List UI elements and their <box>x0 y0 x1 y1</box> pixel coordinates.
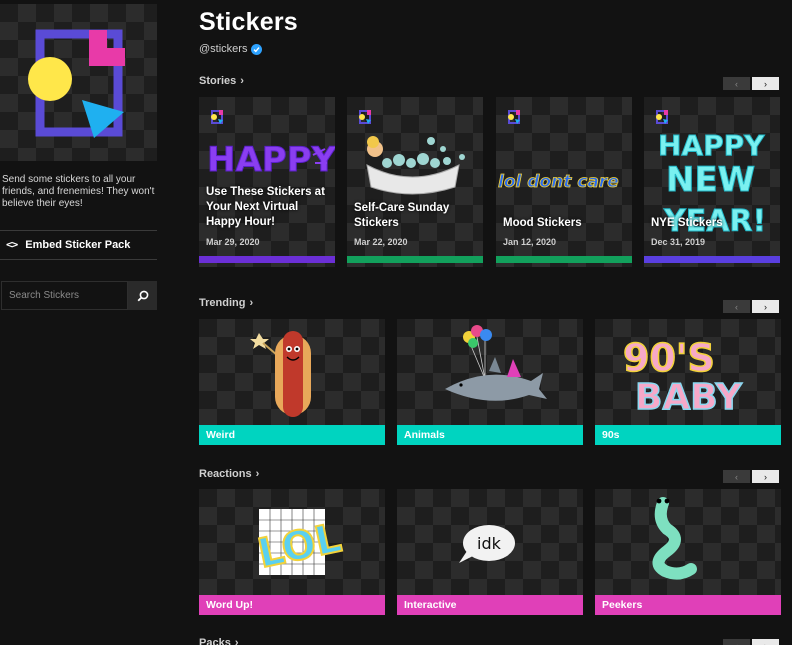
next-button[interactable]: › <box>752 77 779 90</box>
worm-sticker <box>652 497 697 580</box>
code-icon: <> <box>6 238 18 251</box>
search-bar <box>1 281 157 310</box>
story-bar <box>496 256 632 263</box>
sticker-card-label: Weird <box>199 425 385 445</box>
story-art-text: HAPPY <box>207 140 335 180</box>
section-stories[interactable]: Stories › <box>199 75 244 87</box>
shark-balloons-sticker <box>445 325 547 401</box>
chevron-right-icon: › <box>234 637 239 645</box>
chevron-right-icon: › <box>255 468 260 480</box>
sticker-card-label: 90s <box>595 425 781 445</box>
channel-handle[interactable]: @stickers <box>199 43 263 55</box>
next-button[interactable]: › <box>752 470 779 483</box>
story-date: Dec 31, 2019 <box>651 237 706 247</box>
story-card[interactable]: HAPPY NEW YEAR! NYE Stickers Dec 31, 201… <box>644 97 780 267</box>
story-card[interactable]: lol dont care Mood Stickers Jan 12, 2020 <box>496 97 632 267</box>
sticker-art: LOL <box>199 489 385 595</box>
trending-carousel-nav: ‹ › <box>723 300 779 313</box>
stickers-badge-icon <box>211 110 223 124</box>
search-input[interactable] <box>1 281 128 310</box>
section-label: Packs <box>199 637 231 645</box>
story-art-text: lol dont care <box>498 172 619 192</box>
reactions-carousel-nav: ‹ › <box>723 470 779 483</box>
story-art-text: HAPPY <box>658 129 765 162</box>
sticker-art: 90'S BABY <box>595 319 781 425</box>
prev-button[interactable]: ‹ <box>723 77 750 90</box>
divider <box>0 230 157 231</box>
story-title: NYE Stickers <box>651 217 723 229</box>
section-label: Stories <box>199 75 237 87</box>
story-title: Use These Stickers at Your Next Virtual … <box>206 186 325 228</box>
sidebar-description: Send some stickers to all your friends, … <box>2 174 155 209</box>
embed-sticker-pack-button[interactable]: <> Embed Sticker Pack <box>6 238 130 251</box>
packs-carousel-nav: ‹ › <box>723 639 779 645</box>
story-date: Mar 29, 2020 <box>206 237 260 247</box>
stickers-badge-icon <box>656 110 668 124</box>
sticker-pack-logo <box>0 4 157 161</box>
sticker-card-90s[interactable]: 90'S BABY 90s <box>595 319 781 445</box>
next-button[interactable]: › <box>752 300 779 313</box>
chevron-right-icon: › <box>249 297 254 309</box>
story-title: Self-Care Sunday Stickers <box>354 202 450 229</box>
stickers-badge-icon <box>508 110 520 124</box>
sticker-card-label: Animals <box>397 425 583 445</box>
stickers-badge-icon <box>359 110 371 124</box>
prev-button[interactable]: ‹ <box>723 300 750 313</box>
search-icon <box>137 290 148 301</box>
sticker-card-word-up[interactable]: LOL Word Up! <box>199 489 385 615</box>
story-card[interactable]: Self-Care Sunday Stickers Mar 22, 2020 <box>347 97 483 267</box>
sticker-art <box>595 489 781 595</box>
story-art-text: NEW <box>666 160 755 200</box>
story-title: Mood Stickers <box>503 217 582 229</box>
90s-baby-sticker: 90'S BABY <box>622 335 743 419</box>
sticker-card-label: Peekers <box>595 595 781 615</box>
sticker-art <box>397 319 583 425</box>
prev-button[interactable]: ‹ <box>723 639 750 645</box>
lol-sticker: LOL <box>253 509 346 578</box>
story-date: Jan 12, 2020 <box>503 237 557 247</box>
search-button[interactable] <box>128 281 157 310</box>
sticker-art-text: BABY <box>635 377 743 418</box>
section-trending[interactable]: Trending › <box>199 297 253 309</box>
idk-bubble-sticker: idk <box>459 525 515 563</box>
chevron-right-icon: › <box>240 75 244 87</box>
handle-text: @stickers <box>199 43 248 55</box>
section-packs[interactable]: Packs › <box>199 637 238 645</box>
story-bar <box>199 256 335 263</box>
sticker-art <box>199 319 385 425</box>
page-title: Stickers <box>199 8 298 36</box>
hotdog-sticker <box>250 331 311 417</box>
verified-icon <box>251 43 263 55</box>
sidebar: Send some stickers to all your friends, … <box>0 0 158 645</box>
sticker-card-label: Word Up! <box>199 595 385 615</box>
sticker-card-label: Interactive <box>397 595 583 615</box>
sticker-art: idk <box>397 489 583 595</box>
section-reactions[interactable]: Reactions › <box>199 468 259 480</box>
sticker-card-animals[interactable]: Animals <box>397 319 583 445</box>
sticker-card-peekers[interactable]: Peekers <box>595 489 781 615</box>
sticker-card-interactive[interactable]: idk Interactive <box>397 489 583 615</box>
divider <box>0 259 157 260</box>
sticker-art-text: idk <box>477 534 502 553</box>
story-bar <box>644 256 780 263</box>
prev-button[interactable]: ‹ <box>723 470 750 483</box>
story-bar <box>347 256 483 263</box>
embed-label: Embed Sticker Pack <box>25 238 131 251</box>
story-card[interactable]: HAPPY Use These Stickers at Your Next Vi… <box>199 97 335 267</box>
section-label: Trending <box>199 297 246 309</box>
story-date: Mar 22, 2020 <box>354 237 408 247</box>
stories-carousel-nav: ‹ › <box>723 77 779 90</box>
sticker-card-weird[interactable]: Weird <box>199 319 385 445</box>
next-button[interactable]: › <box>752 639 779 645</box>
sticker-art-text: 90'S <box>623 336 715 380</box>
section-label: Reactions <box>199 468 252 480</box>
